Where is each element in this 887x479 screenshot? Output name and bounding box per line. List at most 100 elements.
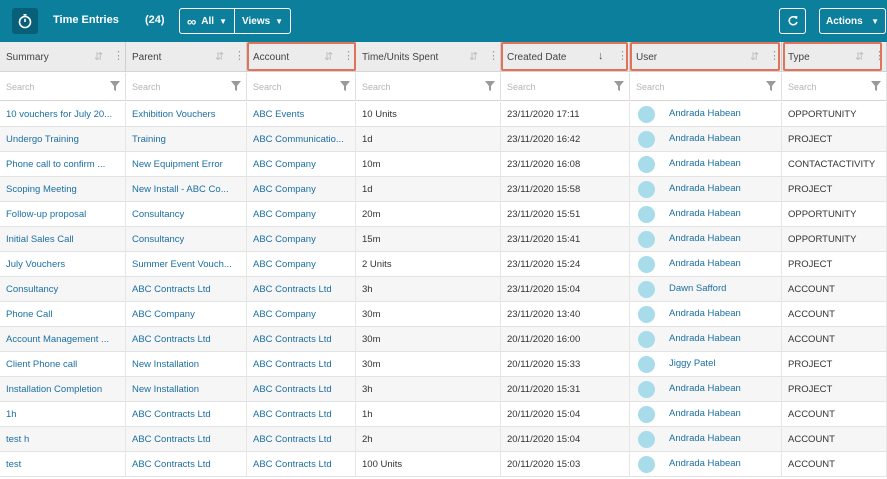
cell-account[interactable]: ABC Company: [247, 152, 356, 177]
user-name-link[interactable]: Andrada Habean: [669, 452, 741, 475]
column-menu-icon[interactable]: ⋮: [343, 49, 354, 62]
column-header-time[interactable]: Time/Units Spent ⇵ ⋮: [356, 42, 501, 72]
cell-parent[interactable]: ABC Contracts Ltd: [126, 327, 247, 352]
sort-icon[interactable]: ⇵: [750, 50, 759, 63]
table-row[interactable]: test h ABC Contracts Ltd ABC Contracts Ltd…: [0, 427, 887, 452]
user-name-link[interactable]: Andrada Habean: [669, 427, 741, 450]
cell-user[interactable]: Andrada Habean: [630, 102, 782, 127]
cell-user[interactable]: Andrada Habean: [630, 377, 782, 402]
cell-summary[interactable]: Client Phone call: [0, 352, 126, 377]
cell-user[interactable]: Andrada Habean: [630, 252, 782, 277]
table-row[interactable]: Client Phone call New Installation ABC Con…: [0, 352, 887, 377]
cell-account[interactable]: ABC Communicatio...: [247, 127, 356, 152]
sort-icon[interactable]: ⇵: [215, 50, 224, 63]
cell-user[interactable]: Andrada Habean: [630, 302, 782, 327]
cell-parent[interactable]: Consultancy: [126, 202, 247, 227]
cell-account[interactable]: ABC Company: [247, 202, 356, 227]
column-header-summary[interactable]: Summary ⇵ ⋮: [0, 42, 126, 72]
cell-parent[interactable]: ABC Company: [126, 302, 247, 327]
cell-user[interactable]: Andrada Habean: [630, 127, 782, 152]
filter-funnel-icon[interactable]: [340, 81, 350, 91]
cell-parent[interactable]: New Equipment Error: [126, 152, 247, 177]
cell-account[interactable]: ABC Company: [247, 252, 356, 277]
cell-user[interactable]: Andrada Habean: [630, 402, 782, 427]
stopwatch-icon[interactable]: [12, 8, 38, 34]
cell-summary[interactable]: Initial Sales Call: [0, 227, 126, 252]
actions-dropdown[interactable]: Actions ▼: [819, 8, 886, 34]
table-row[interactable]: test ABC Contracts Ltd ABC Contracts Ltd 10…: [0, 452, 887, 477]
cell-parent[interactable]: New Installation: [126, 352, 247, 377]
cell-account[interactable]: ABC Events: [247, 102, 356, 127]
table-row[interactable]: Phone call to confirm ... New Equipment E…: [0, 152, 887, 177]
cell-summary[interactable]: Scoping Meeting: [0, 177, 126, 202]
table-row[interactable]: Phone Call ABC Company ABC Company 30m 23/11…: [0, 302, 887, 327]
cell-parent[interactable]: Summer Event Vouch...: [126, 252, 247, 277]
search-input-user[interactable]: Search: [630, 73, 782, 101]
column-menu-icon[interactable]: ⋮: [234, 49, 245, 62]
cell-user[interactable]: Andrada Habean: [630, 452, 782, 477]
cell-parent[interactable]: ABC Contracts Ltd: [126, 402, 247, 427]
views-dropdown[interactable]: Views ▼: [233, 9, 290, 33]
table-row[interactable]: 10 vouchers for July 20... Exhibition Vou…: [0, 102, 887, 127]
filter-funnel-icon[interactable]: [871, 81, 881, 91]
table-row[interactable]: Follow-up proposal Consultancy ABC Company…: [0, 202, 887, 227]
cell-parent[interactable]: Exhibition Vouchers: [126, 102, 247, 127]
cell-summary[interactable]: 1h: [0, 402, 126, 427]
column-menu-icon[interactable]: ⋮: [769, 49, 780, 62]
cell-account[interactable]: ABC Contracts Ltd: [247, 277, 356, 302]
table-row[interactable]: Undergo Training Training ABC Communicatio…: [0, 127, 887, 152]
sort-icon[interactable]: ⇵: [855, 50, 864, 63]
search-input-parent[interactable]: Search: [126, 73, 247, 101]
cell-user[interactable]: Andrada Habean: [630, 227, 782, 252]
column-menu-icon[interactable]: ⋮: [617, 49, 628, 62]
filter-funnel-icon[interactable]: [485, 81, 495, 91]
cell-parent[interactable]: ABC Contracts Ltd: [126, 427, 247, 452]
cell-user[interactable]: Andrada Habean: [630, 152, 782, 177]
user-name-link[interactable]: Andrada Habean: [669, 152, 741, 175]
user-name-link[interactable]: Andrada Habean: [669, 127, 741, 150]
filter-funnel-icon[interactable]: [231, 81, 241, 91]
search-input-created[interactable]: Search: [501, 73, 630, 101]
cell-summary[interactable]: test: [0, 452, 126, 477]
cell-parent[interactable]: ABC Contracts Ltd: [126, 277, 247, 302]
cell-user[interactable]: Andrada Habean: [630, 177, 782, 202]
cell-summary[interactable]: July Vouchers: [0, 252, 126, 277]
table-row[interactable]: July Vouchers Summer Event Vouch... ABC Co…: [0, 252, 887, 277]
cell-summary[interactable]: 10 vouchers for July 20...: [0, 102, 126, 127]
column-menu-icon[interactable]: ⋮: [874, 49, 885, 62]
cell-summary[interactable]: Phone Call: [0, 302, 126, 327]
cell-summary[interactable]: Follow-up proposal: [0, 202, 126, 227]
cell-parent[interactable]: New Install - ABC Co...: [126, 177, 247, 202]
column-menu-icon[interactable]: ⋮: [488, 49, 499, 62]
user-name-link[interactable]: Andrada Habean: [669, 252, 741, 275]
cell-account[interactable]: ABC Contracts Ltd: [247, 377, 356, 402]
cell-account[interactable]: ABC Company: [247, 302, 356, 327]
cell-summary[interactable]: test h: [0, 427, 126, 452]
cell-summary[interactable]: Phone call to confirm ...: [0, 152, 126, 177]
search-input-type[interactable]: Search: [782, 73, 887, 101]
cell-user[interactable]: Andrada Habean: [630, 427, 782, 452]
table-row[interactable]: Installation Completion New Installation A…: [0, 377, 887, 402]
cell-summary[interactable]: Installation Completion: [0, 377, 126, 402]
sort-icon[interactable]: ⇵: [94, 50, 103, 63]
user-name-link[interactable]: Andrada Habean: [669, 402, 741, 425]
refresh-button[interactable]: [779, 8, 806, 34]
user-name-link[interactable]: Andrada Habean: [669, 202, 741, 225]
table-row[interactable]: Consultancy ABC Contracts Ltd ABC Contract…: [0, 277, 887, 302]
cell-account[interactable]: ABC Company: [247, 227, 356, 252]
user-name-link[interactable]: Andrada Habean: [669, 227, 741, 250]
column-menu-icon[interactable]: ⋮: [113, 49, 124, 62]
filter-funnel-icon[interactable]: [110, 81, 120, 91]
cell-parent[interactable]: Consultancy: [126, 227, 247, 252]
search-input-summary[interactable]: Search: [0, 73, 126, 101]
cell-summary[interactable]: Undergo Training: [0, 127, 126, 152]
cell-account[interactable]: ABC Contracts Ltd: [247, 452, 356, 477]
column-header-user[interactable]: User ⇵ ⋮: [630, 42, 782, 72]
column-header-parent[interactable]: Parent ⇵ ⋮: [126, 42, 247, 72]
filter-funnel-icon[interactable]: [614, 81, 624, 91]
column-header-type[interactable]: Type ⇵ ⋮: [782, 42, 887, 72]
cell-account[interactable]: ABC Contracts Ltd: [247, 402, 356, 427]
table-row[interactable]: Account Management ... ABC Contracts Ltd A…: [0, 327, 887, 352]
user-name-link[interactable]: Andrada Habean: [669, 177, 741, 200]
cell-account[interactable]: ABC Contracts Ltd: [247, 352, 356, 377]
